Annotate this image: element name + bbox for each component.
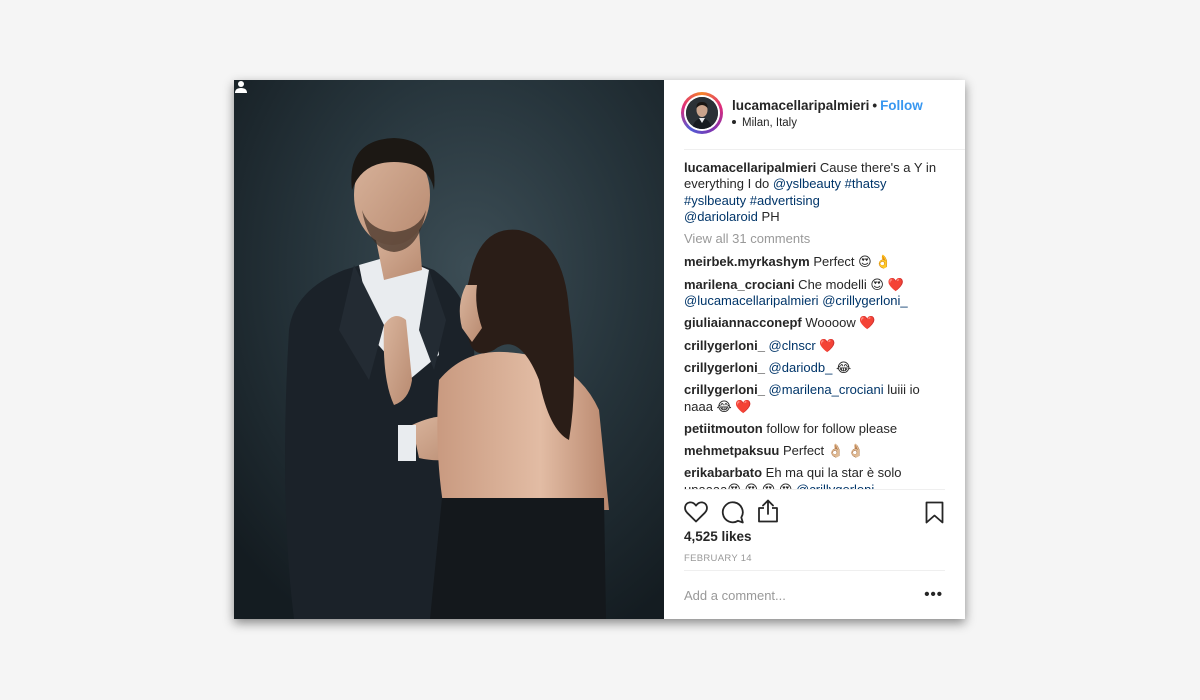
post-header: lucamacellaripalmieri • Follow Milan, Ital… bbox=[681, 80, 965, 150]
location-link[interactable]: Milan, Italy bbox=[742, 117, 797, 129]
comment: erikabarbato Eh ma qui la star è solo un… bbox=[684, 465, 948, 490]
comment-icon[interactable] bbox=[721, 501, 744, 524]
more-options-icon[interactable]: ••• bbox=[924, 586, 943, 603]
comment-username[interactable]: crillygerloni_ bbox=[684, 360, 765, 375]
likes-count[interactable]: 4,525 likes bbox=[684, 529, 752, 544]
comment-mention[interactable]: @lucamacellaripalmieri bbox=[684, 293, 819, 308]
location-line: Milan, Italy bbox=[732, 117, 797, 129]
follow-button[interactable]: Follow bbox=[880, 98, 923, 113]
comment-text: Che modelli 😍 ❤️ bbox=[794, 276, 904, 292]
story-ring[interactable] bbox=[681, 92, 723, 134]
share-icon[interactable] bbox=[757, 499, 779, 523]
comment: crillygerloni_ @marilena_crociani luiii … bbox=[684, 382, 948, 415]
caption-hashtag[interactable]: #advertising bbox=[750, 193, 820, 208]
view-all-comments-link[interactable]: View all 31 comments bbox=[684, 231, 948, 247]
instagram-post: lucamacellaripalmieri • Follow Milan, Ital… bbox=[234, 80, 965, 619]
comment-text: Perfect 😍 👌 bbox=[809, 254, 892, 270]
bookmark-icon[interactable] bbox=[925, 501, 944, 524]
location-dot bbox=[732, 119, 736, 124]
caption-hashtag[interactable]: #yslbeauty bbox=[684, 193, 746, 208]
comment-mention[interactable]: @marilena_crociani bbox=[769, 382, 884, 397]
caption-mention[interactable]: @yslbeauty bbox=[773, 176, 841, 191]
caption-hashtag[interactable]: #thatsy bbox=[845, 176, 887, 191]
comment: petiitmouton follow for follow please bbox=[684, 421, 948, 437]
photo-illustration bbox=[234, 80, 664, 619]
header-username-line: lucamacellaripalmieri • Follow bbox=[732, 98, 923, 113]
add-comment-bar: Add a comment... ••• bbox=[684, 570, 945, 620]
post-side-panel: lucamacellaripalmieri • Follow Milan, Ital… bbox=[664, 80, 965, 619]
comment: marilena_crociani Che modelli 😍 ❤️ @luca… bbox=[684, 277, 948, 310]
comment-username[interactable]: meirbek.myrkashym bbox=[684, 254, 810, 269]
comment: mehmetpaksuu Perfect 👌🏼 👌🏼 bbox=[684, 443, 948, 459]
person-tag-icon[interactable] bbox=[234, 80, 248, 94]
comment-username[interactable]: marilena_crociani bbox=[684, 277, 795, 292]
comment: giuliaiannacconepf Woooow ❤️ bbox=[684, 315, 948, 331]
comment: crillygerloni_ @dariodb_ 😂 bbox=[684, 360, 948, 376]
comment-mention[interactable]: @clnscr bbox=[769, 338, 816, 353]
comment-username[interactable]: petiitmouton bbox=[684, 421, 763, 436]
comment-text: 😂 bbox=[832, 359, 852, 375]
comment: crillygerloni_ @clnscr ❤️ bbox=[684, 338, 948, 354]
username-link[interactable]: lucamacellaripalmieri bbox=[732, 98, 869, 113]
caption-text: PH bbox=[757, 208, 780, 224]
action-bar bbox=[684, 489, 945, 528]
avatar[interactable] bbox=[684, 95, 720, 131]
avatar-image bbox=[686, 97, 718, 129]
comments-list[interactable]: lucamacellaripalmieri Cause there's a Y … bbox=[684, 160, 948, 490]
comment-mention[interactable]: @dariodb_ bbox=[769, 360, 833, 375]
post-date: FEBRUARY 14 bbox=[684, 553, 752, 564]
caption: lucamacellaripalmieri Cause there's a Y … bbox=[684, 160, 948, 225]
comment-username[interactable]: giuliaiannacconepf bbox=[684, 315, 802, 330]
comment: meirbek.myrkashym Perfect 😍 👌 bbox=[684, 254, 948, 270]
comment-username[interactable]: mehmetpaksuu bbox=[684, 443, 779, 458]
comment-text: Perfect 👌🏼 👌🏼 bbox=[779, 443, 864, 459]
add-comment-input[interactable]: Add a comment... bbox=[684, 588, 786, 603]
separator-dot: • bbox=[872, 98, 878, 113]
comment-username[interactable]: erikabarbato bbox=[684, 465, 762, 480]
comment-text: follow for follow please bbox=[762, 420, 898, 436]
comment-mention[interactable]: @crillygerloni_ bbox=[822, 293, 907, 308]
caption-mention[interactable]: @dariolaroid bbox=[684, 209, 758, 224]
comment-username[interactable]: crillygerloni_ bbox=[684, 338, 765, 353]
comment-username[interactable]: crillygerloni_ bbox=[684, 382, 765, 397]
post-photo[interactable] bbox=[234, 80, 664, 619]
caption-username[interactable]: lucamacellaripalmieri bbox=[684, 160, 816, 175]
comment-text: Woooow ❤️ bbox=[801, 315, 876, 331]
heart-icon[interactable] bbox=[684, 501, 708, 523]
comment-text: ❤️ bbox=[815, 337, 836, 353]
